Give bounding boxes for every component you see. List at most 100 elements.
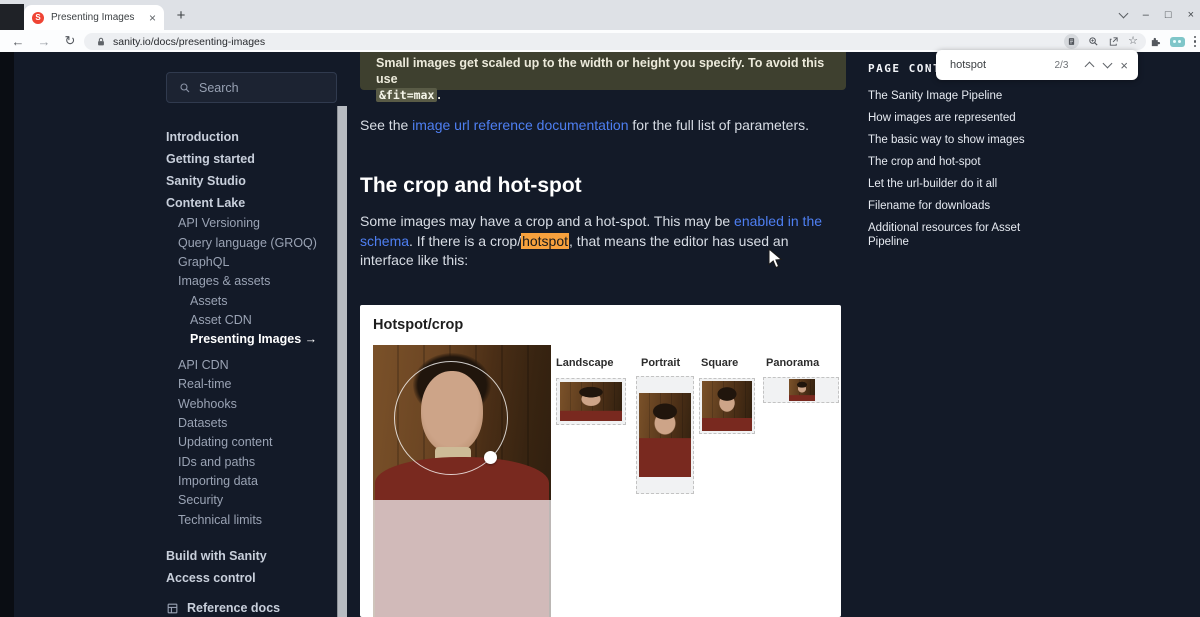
window-frame-corner — [0, 4, 24, 30]
sidebar-item-ids-and-paths[interactable]: IDs and paths — [166, 453, 334, 472]
chevron-down-icon — [1102, 58, 1113, 69]
hotspot-editor-photo — [373, 345, 551, 617]
sanity-favicon-icon: S — [32, 11, 44, 24]
hotspot-drag-handle[interactable] — [484, 451, 497, 464]
sidebar-item-webhooks[interactable]: Webhooks — [166, 394, 334, 413]
panorama-thumbnail — [789, 379, 815, 401]
browser-menu-icon[interactable] — [1193, 35, 1196, 48]
back-button[interactable]: ← — [8, 30, 28, 52]
browser-tab[interactable]: S Presenting Images × — [24, 5, 164, 30]
callout-code: &fit=max — [376, 88, 438, 102]
zoom-icon[interactable] — [1088, 36, 1099, 47]
find-in-page-bar[interactable]: hotspot 2/3 × — [936, 50, 1138, 80]
image-url-reference-link[interactable]: image url reference documentation — [412, 117, 628, 133]
callout-suffix: . — [437, 88, 441, 102]
see-paragraph: See the image url reference documentatio… — [360, 116, 846, 136]
sidebar-item-query-language[interactable]: Query language (GROQ) — [166, 233, 334, 252]
sidebar-item-graphql[interactable]: GraphQL — [166, 253, 334, 272]
reference-docs-label: Reference docs — [187, 601, 281, 615]
bookmark-star-icon[interactable]: ☆ — [1128, 36, 1138, 47]
sidebar-scrollbar[interactable] — [337, 106, 347, 617]
tab-close-icon[interactable]: × — [149, 11, 156, 25]
sidebar-item-sanity-studio[interactable]: Sanity Studio — [166, 170, 334, 192]
label-square: Square — [701, 357, 739, 369]
label-panorama: Panorama — [766, 357, 820, 369]
find-previous-button[interactable] — [1080, 60, 1098, 72]
mouse-cursor — [768, 248, 783, 269]
window-close-button[interactable]: × — [1188, 9, 1194, 21]
search-input[interactable] — [199, 80, 319, 95]
sidebar-item-build-with-sanity[interactable]: Build with Sanity — [166, 545, 334, 567]
landscape-thumbnail — [560, 382, 622, 421]
see-prefix: See the — [360, 117, 413, 133]
label-landscape: Landscape — [556, 357, 614, 369]
sidebar-item-introduction[interactable]: Introduction — [166, 126, 334, 148]
see-suffix: for the full list of parameters. — [628, 117, 810, 133]
docs-sidebar-nav: Introduction Getting started Sanity Stud… — [166, 126, 334, 589]
lock-icon — [98, 37, 104, 45]
sidebar-item-security[interactable]: Security — [166, 491, 334, 510]
toc-item-url-builder[interactable]: Let the url-builder do it all — [868, 177, 1046, 191]
landscape-crop-box — [556, 378, 626, 425]
share-icon[interactable] — [1108, 36, 1119, 47]
find-query-input[interactable]: hotspot — [950, 59, 1055, 71]
square-thumbnail — [702, 381, 752, 431]
find-next-button[interactable] — [1098, 58, 1116, 70]
sidebar-item-technical-limits[interactable]: Technical limits — [166, 511, 334, 530]
new-tab-button[interactable]: + — [170, 4, 192, 26]
address-bar[interactable]: sanity.io/docs/presenting-images ☆ — [84, 33, 1146, 50]
find-match-counter: 2/3 — [1054, 59, 1069, 71]
sidebar-item-presenting-images[interactable]: Presenting Images → — [166, 330, 334, 349]
sidebar-item-asset-cdn[interactable]: Asset CDN — [166, 311, 334, 330]
maximize-button[interactable]: □ — [1165, 9, 1172, 21]
toc-item-filename[interactable]: Filename for downloads — [868, 199, 1046, 213]
crop-p2: . If there is a crop/ — [409, 232, 522, 249]
window-controls: – □ × — [1118, 0, 1194, 30]
reading-mode-icon[interactable] — [1064, 34, 1080, 49]
browser-tab-strip: S Presenting Images × + – □ × — [0, 0, 1200, 30]
extensions-puzzle-icon[interactable] — [1150, 36, 1161, 47]
sidebar-item-access-control[interactable]: Access control — [166, 567, 334, 589]
square-crop-box — [699, 378, 755, 434]
sidebar-item-updating-content[interactable]: Updating content — [166, 433, 334, 452]
find-highlight: hotspot — [521, 232, 570, 249]
sidebar-item-importing-data[interactable]: Importing data — [166, 472, 334, 491]
note-callout: Small images get scaled up to the width … — [360, 52, 846, 102]
sidebar-item-api-versioning[interactable]: API Versioning — [166, 214, 334, 233]
figure-title: Hotspot/crop — [373, 317, 464, 333]
sidebar-item-images-assets[interactable]: Images & assets — [166, 272, 334, 291]
crop-faded-area — [373, 500, 551, 617]
portrait-thumbnail — [639, 393, 691, 477]
portrait-crop-box — [636, 376, 694, 494]
sidebar-item-datasets[interactable]: Datasets — [166, 414, 334, 433]
reload-button[interactable]: ↻ — [60, 30, 80, 52]
sidebar-item-content-lake[interactable]: Content Lake — [166, 192, 334, 214]
find-close-button[interactable]: × — [1120, 58, 1128, 73]
sidebar-item-real-time[interactable]: Real-time — [166, 375, 334, 394]
toc-item-represented[interactable]: How images are represented — [868, 111, 1046, 125]
toc-item-additional-resources[interactable]: Additional resources for Asset Pipeline — [868, 221, 1046, 249]
browser-extension-icon[interactable] — [1169, 36, 1185, 47]
tab-title: Presenting Images — [51, 12, 135, 23]
sidebar-item-assets[interactable]: Assets — [166, 292, 334, 311]
crop-p1: Some images may have a crop and a hot-sp… — [360, 213, 735, 229]
minimize-button[interactable]: – — [1143, 9, 1149, 21]
sidebar-item-getting-started[interactable]: Getting started — [166, 148, 334, 170]
url-text: sanity.io/docs/presenting-images — [113, 35, 266, 48]
toc-item-pipeline[interactable]: The Sanity Image Pipeline — [868, 89, 1046, 103]
search-icon — [180, 82, 190, 92]
callout-text: Small images get scaled up to the width … — [376, 56, 825, 86]
browser-toolbar: ← → ↻ sanity.io/docs/presenting-images ☆ — [0, 30, 1200, 52]
tab-search-icon[interactable] — [1118, 8, 1129, 19]
hotspot-crop-figure: Hotspot/crop Landscape Portrait Square P… — [360, 305, 841, 617]
toc-item-basic-way[interactable]: The basic way to show images — [868, 133, 1046, 147]
toc-item-crop-hotspot[interactable]: The crop and hot-spot — [868, 155, 1046, 169]
label-portrait: Portrait — [641, 357, 681, 369]
docs-search-box[interactable] — [166, 72, 337, 103]
sidebar-reference-docs[interactable]: Reference docs — [166, 601, 280, 615]
docs-page: Introduction Getting started Sanity Stud… — [0, 52, 1200, 617]
page-left-gutter — [0, 52, 14, 617]
page-contents-list: The Sanity Image Pipeline How images are… — [868, 89, 1046, 257]
sidebar-item-api-cdn[interactable]: API CDN — [166, 356, 334, 375]
forward-button[interactable]: → — [34, 30, 54, 52]
